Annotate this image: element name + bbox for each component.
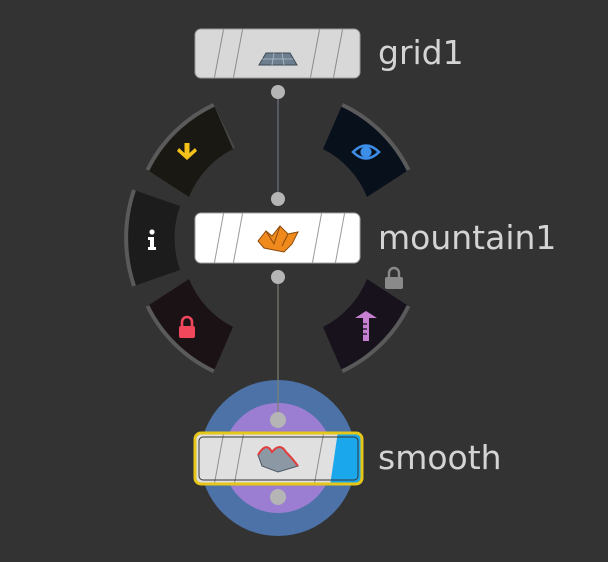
network-editor-canvas[interactable] (0, 0, 608, 562)
node-mountain1[interactable] (194, 192, 361, 284)
input-connector[interactable] (271, 192, 285, 206)
node-label-smooth: smooth (378, 438, 502, 477)
output-connector[interactable] (271, 270, 285, 284)
node-grid1[interactable] (194, 27, 361, 99)
output-connector[interactable] (270, 489, 286, 505)
grid-icon (258, 52, 298, 66)
node-label-grid1: grid1 (378, 33, 464, 72)
padlock-badge-icon (385, 266, 403, 289)
node-label-mountain1: mountain1 (378, 218, 557, 257)
output-connector[interactable] (271, 85, 285, 99)
input-connector[interactable] (270, 412, 286, 428)
